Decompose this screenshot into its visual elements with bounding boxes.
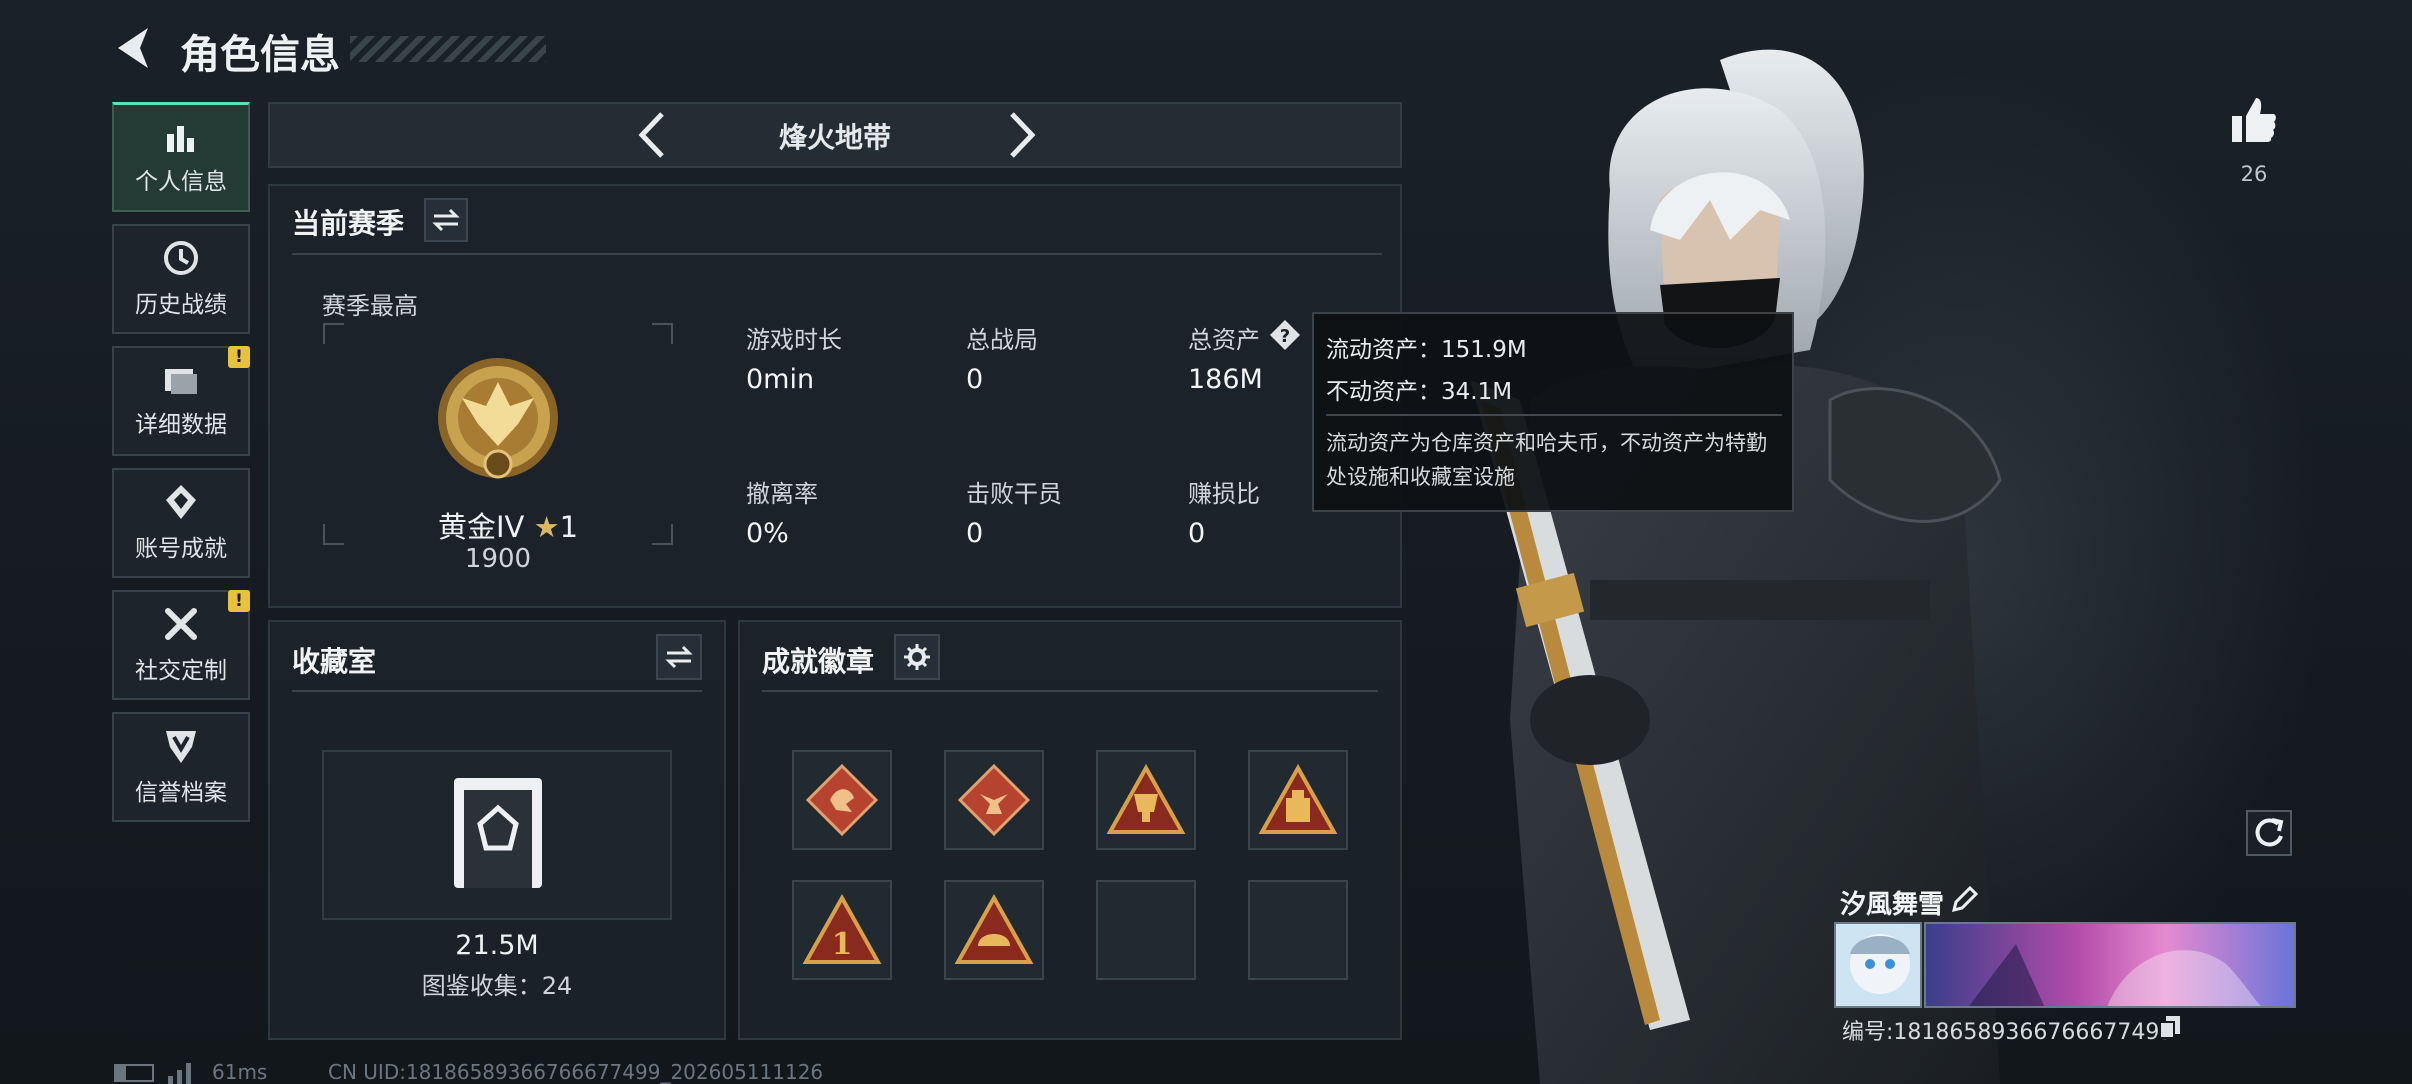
alert-badge: ! bbox=[228, 346, 250, 368]
stat-label: 赚损比 bbox=[1188, 480, 1260, 508]
gold-rank-emblem-icon bbox=[438, 358, 558, 479]
battery-icon bbox=[114, 1064, 154, 1082]
stat-label: 击败干员 bbox=[966, 480, 1062, 508]
tooltip-liquid: 流动资产：151.9M bbox=[1326, 337, 1527, 363]
beast-badge-icon bbox=[958, 764, 1030, 836]
crate-badge-icon bbox=[1258, 764, 1338, 834]
badge-slot[interactable] bbox=[1248, 750, 1348, 850]
avatar[interactable] bbox=[1834, 922, 1922, 1008]
mode-label: 烽火地带 bbox=[778, 121, 891, 154]
sidebar-item-label: 社交定制 bbox=[135, 658, 227, 684]
collection-room-icon bbox=[454, 778, 542, 888]
ping: 61ms bbox=[212, 1060, 268, 1084]
sidebar-item-label: 账号成就 bbox=[135, 536, 227, 562]
svg-text:?: ? bbox=[1280, 326, 1290, 347]
chevron-left-icon[interactable] bbox=[628, 108, 678, 162]
sidebar-item-label: 历史战绩 bbox=[135, 292, 227, 318]
asset-info-icon[interactable]: ? bbox=[1268, 318, 1302, 352]
dragon-badge-icon bbox=[806, 764, 878, 836]
sidebar-item-label: 信誉档案 bbox=[135, 780, 227, 806]
chevron-right-icon[interactable] bbox=[996, 108, 1046, 162]
divider bbox=[292, 690, 702, 692]
alert-badge: ! bbox=[228, 590, 250, 612]
stat-value: 186M bbox=[1188, 364, 1263, 395]
signal-icon bbox=[168, 1063, 191, 1084]
player-id: 编号:18186589366766677499 bbox=[1842, 1020, 2174, 1045]
number-one-badge-icon: 1 bbox=[802, 894, 882, 964]
rank-name: 黄金IV ★1 bbox=[420, 504, 596, 546]
stat-value: 0% bbox=[746, 518, 789, 549]
divider bbox=[292, 253, 1382, 255]
profile-banner[interactable] bbox=[1924, 922, 2296, 1008]
badge-slot[interactable] bbox=[944, 750, 1044, 850]
trophy-badge-icon bbox=[1106, 764, 1186, 834]
badge-slot[interactable]: 1 bbox=[792, 880, 892, 980]
sidebar-item-credit[interactable]: 信誉档案 bbox=[112, 712, 250, 822]
collection-count: 图鉴收集：24 bbox=[421, 972, 573, 1000]
badge-settings-button[interactable] bbox=[894, 634, 940, 680]
stat-label: 撤离率 bbox=[746, 480, 818, 508]
stat-value: 0 bbox=[966, 518, 984, 549]
divider bbox=[1326, 414, 1782, 416]
sidebar-item-label: 个人信息 bbox=[135, 168, 227, 195]
stat-label: 游戏时长 bbox=[746, 326, 842, 354]
history-clock-icon bbox=[164, 241, 198, 275]
bar-chart-icon bbox=[167, 125, 194, 152]
page-title: 角色信息 bbox=[180, 32, 340, 78]
season-title: 当前赛季 bbox=[292, 207, 405, 240]
refresh-button[interactable] bbox=[2246, 810, 2292, 856]
badges-title: 成就徽章 bbox=[762, 645, 875, 678]
rank-stars: 1 bbox=[559, 510, 579, 544]
tooltip-note: 流动资产为仓库资产和哈夫币，不动资产为特勤处设施和收藏室设施 bbox=[1326, 431, 1767, 489]
sidebar-item-history[interactable]: 历史战绩 bbox=[112, 224, 250, 334]
sidebar-item-label: 详细数据 bbox=[135, 412, 227, 438]
achievement-icon bbox=[166, 485, 196, 519]
gear-icon bbox=[904, 644, 930, 670]
swap-icon bbox=[665, 645, 693, 669]
stat-value: 0min bbox=[746, 364, 815, 395]
switch-season-button[interactable] bbox=[424, 198, 468, 242]
stat-value: 0 bbox=[1188, 518, 1206, 549]
back-arrow-icon[interactable] bbox=[112, 24, 156, 72]
sidebar-item-achievements[interactable]: 账号成就 bbox=[112, 468, 250, 578]
refresh-icon bbox=[2255, 818, 2284, 847]
badge-slot[interactable] bbox=[1096, 750, 1196, 850]
swap-icon bbox=[432, 208, 460, 232]
folder-icon bbox=[165, 369, 197, 394]
like-count: 26 bbox=[2240, 162, 2268, 186]
collection-title: 收藏室 bbox=[292, 645, 377, 678]
switch-collection-button[interactable] bbox=[656, 634, 702, 680]
svg-text:1: 1 bbox=[832, 927, 853, 962]
badge-slot-empty[interactable] bbox=[1096, 880, 1196, 980]
thumbs-up-icon[interactable] bbox=[2230, 96, 2278, 146]
badge-slot-empty[interactable] bbox=[1248, 880, 1348, 980]
helmet-badge-icon bbox=[954, 894, 1034, 964]
season-best-label: 赛季最高 bbox=[322, 292, 418, 320]
asset-tooltip: 流动资产：151.9M 不动资产：34.1M 流动资产为仓库资产和哈夫币，不动资… bbox=[1312, 312, 1794, 512]
divider bbox=[762, 690, 1378, 692]
star-icon: ★ bbox=[533, 510, 560, 544]
badge-slot[interactable] bbox=[792, 750, 892, 850]
stat-label: 总资产 bbox=[1188, 326, 1260, 354]
credit-shield-icon bbox=[166, 731, 196, 763]
edit-name-icon[interactable] bbox=[1950, 885, 1979, 914]
copy-icon[interactable] bbox=[2158, 1014, 2182, 1040]
sidebar-item-personal-info[interactable]: 个人信息 bbox=[112, 102, 250, 212]
tooltip-fixed: 不动资产：34.1M bbox=[1326, 379, 1513, 405]
stat-label: 总战局 bbox=[966, 326, 1038, 354]
collection-value: 21.5M bbox=[455, 930, 539, 961]
uid-text: CN UID:18186589366766677499_202605111126 bbox=[328, 1060, 824, 1084]
title-decoration bbox=[350, 36, 546, 62]
badge-slot[interactable] bbox=[944, 880, 1044, 980]
stat-value: 0 bbox=[966, 364, 984, 395]
player-name: 汐風舞雪 bbox=[1840, 890, 1945, 920]
wrench-tools-icon bbox=[165, 608, 197, 640]
rank-points: 1900 bbox=[464, 544, 532, 574]
rank-label: 黄金IV bbox=[437, 510, 525, 544]
